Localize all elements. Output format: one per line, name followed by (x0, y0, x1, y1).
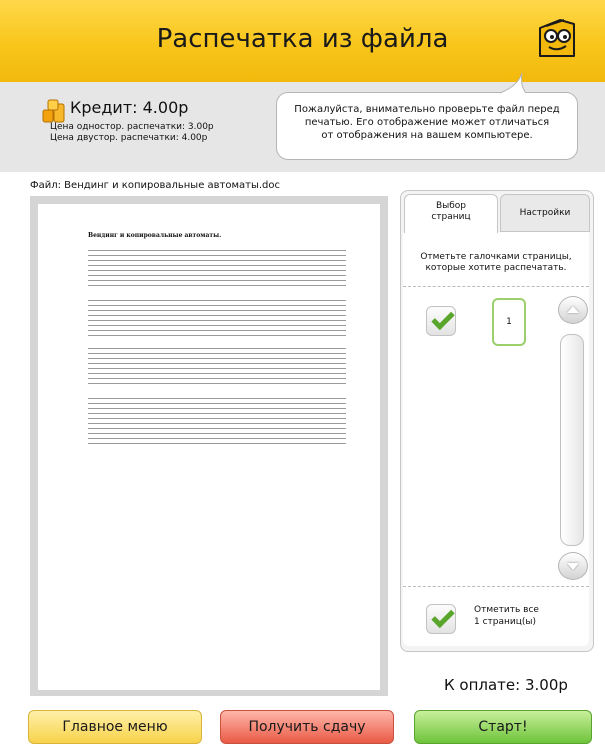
coins-icon (42, 99, 65, 123)
instruction-line-2: которые хотите распечатать. (425, 263, 567, 273)
divider (403, 286, 589, 287)
scroll-up-icon[interactable] (558, 296, 588, 324)
document-text-paragraph (88, 248, 346, 288)
page-title: Распечатка из файла (156, 24, 449, 54)
document-title: Вендинг и копировальные автоматы. (88, 232, 222, 239)
main-menu-button[interactable]: Главное меню (28, 710, 202, 744)
price-double-sided: Цена двустор. распечатки: 4.00р (50, 133, 208, 143)
get-change-button[interactable]: Получить сдачу (220, 710, 394, 744)
price-single-sided: Цена одностор. распечатки: 3.00р (50, 122, 214, 132)
credit-balance: Кредит: 4.00р (70, 98, 189, 117)
document-text-paragraph (88, 396, 346, 446)
page-thumbnail[interactable]: 1 (492, 298, 526, 346)
document-page: Вендинг и копировальные автоматы. (38, 204, 380, 690)
tab-settings[interactable]: Настройки (500, 194, 590, 232)
tab-page-selection-label-1: Выбор (435, 201, 467, 211)
file-name-label: Файл: Вендинг и копировальные автоматы.d… (30, 180, 281, 191)
select-all-line-2: 1 страниц(ы) (474, 617, 536, 627)
instruction-line-1: Отметьте галочками страницы, (420, 252, 572, 262)
start-button[interactable]: Старт! (414, 710, 592, 744)
select-all-label[interactable]: Отметить все 1 страниц(ы) (474, 604, 539, 628)
document-text-paragraph (88, 298, 346, 338)
page-checkbox[interactable] (426, 306, 456, 336)
mascot-icon (539, 19, 575, 57)
select-all-checkbox[interactable] (426, 604, 456, 634)
price-list: Цена одностор. распечатки: 3.00р Цена дв… (50, 122, 214, 144)
scrollbar-track[interactable] (560, 334, 584, 546)
notice-bubble: Пожалуйста, внимательно проверьте файл п… (276, 92, 578, 160)
divider (403, 586, 589, 587)
notice-line-3: от отображения на вашем компьютере. (321, 130, 533, 141)
tab-page-selection[interactable]: Выбор страниц (404, 194, 498, 233)
scroll-down-icon[interactable] (558, 552, 588, 580)
bubble-tail (499, 72, 527, 94)
notice-line-1: Пожалуйста, внимательно проверьте файл п… (294, 104, 560, 115)
amount-due: К оплате: 3.00р (444, 676, 568, 694)
select-all-line-1: Отметить все (474, 605, 539, 615)
document-text-paragraph (88, 346, 346, 386)
notice-line-2: печатью. Его отображение может отличатьс… (304, 117, 550, 128)
page-selection-instruction: Отметьте галочками страницы, которые хот… (403, 252, 589, 274)
tab-page-selection-label-2: страниц (431, 212, 471, 222)
